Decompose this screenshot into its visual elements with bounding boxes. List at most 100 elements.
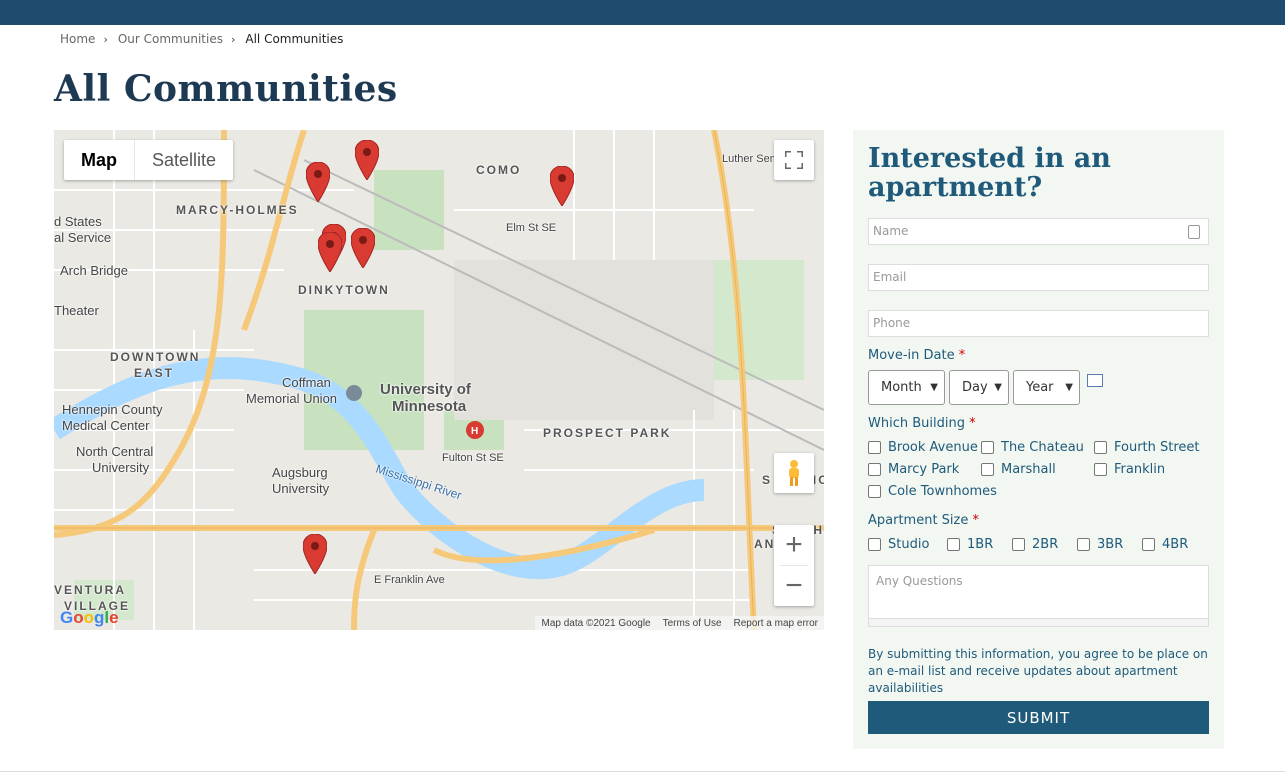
map-label-coffman: Coffman	[282, 375, 331, 390]
breadcrumb-home[interactable]: Home	[60, 32, 95, 46]
day-select[interactable]: Day ▼	[949, 370, 1009, 405]
chevron-down-icon: ▼	[1065, 382, 1073, 393]
terms-of-use-link[interactable]: Terms of Use	[663, 618, 722, 629]
checkbox-label: Marshall	[1001, 462, 1056, 477]
chevron-down-icon: ▼	[994, 382, 1002, 393]
phone-field[interactable]: Phone	[868, 310, 1209, 337]
checkbox-label: Marcy Park	[888, 462, 960, 477]
building-checkbox-marcy-park[interactable]: Marcy Park	[868, 462, 959, 477]
checkbox[interactable]	[868, 441, 881, 454]
checkbox[interactable]	[868, 485, 881, 498]
questions-textarea[interactable]: Any Questions	[868, 565, 1209, 619]
map-label-downtown: DOWNTOWN	[110, 350, 201, 364]
required-mark: *	[972, 513, 980, 528]
checkbox[interactable]	[1094, 441, 1107, 454]
size-checkbox-1br[interactable]: 1BR	[947, 537, 993, 552]
checkbox-label: Brook Avenue	[888, 440, 978, 455]
map-background: H	[54, 130, 824, 630]
which-building-label: Which Building *	[868, 416, 976, 431]
form-title: Interested in an apartment?	[868, 143, 1111, 203]
map-label-franklin: E Franklin Ave	[374, 574, 445, 586]
checkbox[interactable]	[1142, 538, 1155, 551]
size-checkbox-studio[interactable]: Studio	[868, 537, 929, 552]
building-checkbox-brook-avenue[interactable]: Brook Avenue	[868, 440, 978, 455]
breadcrumb: Home › Our Communities › All Communities	[60, 31, 343, 47]
map-label-hennepin: Hennepin County	[62, 402, 163, 417]
submit-button[interactable]: SUBMIT	[868, 701, 1209, 734]
size-checkbox-2br[interactable]: 2BR	[1012, 537, 1058, 552]
checkbox[interactable]	[981, 441, 994, 454]
map-label-university: University of	[380, 381, 471, 398]
move-in-date-text: Move-in Date	[868, 348, 955, 363]
checkbox[interactable]	[981, 463, 994, 476]
inquiry-form-panel: Interested in an apartment? Name Email P…	[853, 130, 1224, 749]
community-marker[interactable]	[351, 228, 375, 268]
map-type-control: Map Satellite	[64, 140, 234, 180]
contact-card-icon[interactable]	[1188, 225, 1200, 239]
apartment-size-text: Apartment Size	[868, 513, 969, 528]
month-select[interactable]: Month ▼	[868, 370, 945, 405]
map-label-service: al Service	[54, 230, 112, 245]
checkbox-label: 3BR	[1097, 537, 1124, 552]
building-checkbox-franklin[interactable]: Franklin	[1094, 462, 1165, 477]
checkbox[interactable]	[947, 538, 960, 551]
zoom-out-button[interactable]: −	[774, 566, 814, 606]
community-marker[interactable]	[306, 162, 330, 202]
map-label-dinkytown: DINKYTOWN	[298, 283, 390, 297]
checkbox[interactable]	[868, 463, 881, 476]
footer-divider	[0, 771, 1285, 772]
required-mark: *	[958, 348, 966, 363]
community-map[interactable]: H COMO MARCY-HOLMES DINKYTOWN DOWNTOWN E…	[54, 130, 824, 630]
calendar-icon[interactable]	[1087, 374, 1103, 387]
email-field[interactable]: Email	[868, 264, 1209, 291]
building-checkbox-the-chateau[interactable]: The Chateau	[981, 440, 1084, 455]
checkbox-label: Studio	[888, 537, 930, 552]
chevron-right-icon: ›	[103, 32, 108, 46]
zoom-in-button[interactable]: +	[774, 525, 814, 565]
breadcrumb-current: All Communities	[245, 32, 344, 46]
checkbox-label: Cole Townhomes	[888, 484, 997, 499]
checkbox-label: Franklin	[1114, 462, 1166, 477]
building-checkbox-fourth-street[interactable]: Fourth Street	[1094, 440, 1200, 455]
textarea-resize-handle[interactable]	[868, 619, 1209, 627]
map-type-satellite-button[interactable]: Satellite	[134, 140, 233, 180]
name-field[interactable]: Name	[868, 218, 1209, 245]
size-checkbox-4br[interactable]: 4BR	[1142, 537, 1188, 552]
fullscreen-button[interactable]	[774, 140, 814, 180]
phone-placeholder: Phone	[873, 316, 911, 330]
street-view-pegman[interactable]	[774, 453, 814, 493]
required-mark: *	[969, 416, 976, 431]
community-marker[interactable]	[303, 534, 327, 574]
map-type-map-button[interactable]: Map	[64, 140, 134, 180]
svg-text:H: H	[471, 426, 478, 437]
chevron-down-icon: ▼	[930, 382, 938, 393]
map-label-augsburg-uni: University	[272, 481, 330, 496]
breadcrumb-our-communities[interactable]: Our Communities	[118, 32, 223, 46]
name-placeholder: Name	[873, 224, 909, 238]
year-select[interactable]: Year ▼	[1013, 370, 1080, 405]
report-map-error-link[interactable]: Report a map error	[734, 618, 818, 629]
checkbox[interactable]	[1012, 538, 1025, 551]
map-label-minnesota: Minnesota	[392, 398, 467, 415]
questions-placeholder: Any Questions	[876, 574, 963, 588]
community-marker[interactable]	[355, 140, 379, 180]
community-marker[interactable]	[318, 232, 342, 272]
top-nav-bar	[0, 0, 1285, 25]
map-data-attribution: Map data ©2021 Google	[541, 617, 651, 629]
page-title: All Communities	[54, 68, 398, 110]
community-marker[interactable]	[550, 166, 574, 206]
size-checkbox-3br[interactable]: 3BR	[1077, 537, 1123, 552]
map-label-north-central: North Central	[76, 444, 154, 459]
apartment-size-label: Apartment Size *	[868, 513, 979, 528]
map-label-north-central-uni: University	[92, 460, 150, 475]
move-in-date-label: Move-in Date *	[868, 348, 965, 363]
checkbox[interactable]	[1094, 463, 1107, 476]
checkbox[interactable]	[868, 538, 881, 551]
building-checkbox-cole-townhomes[interactable]: Cole Townhomes	[868, 484, 997, 499]
map-label-east: EAST	[134, 366, 175, 380]
checkbox[interactable]	[1077, 538, 1090, 551]
email-placeholder: Email	[873, 270, 907, 284]
building-checkbox-marshall[interactable]: Marshall	[981, 462, 1056, 477]
map-label-marcy-holmes: MARCY-HOLMES	[176, 203, 299, 217]
map-label-states: d States	[54, 214, 102, 229]
